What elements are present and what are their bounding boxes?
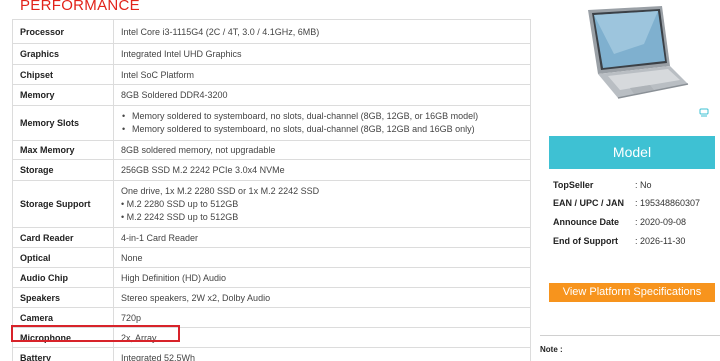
field-value: : No <box>635 180 652 190</box>
view-platform-specifications-button[interactable]: View Platform Specifications <box>549 283 715 302</box>
spec-label: Card Reader <box>12 227 114 248</box>
spec-value: One drive, 1x M.2 2280 SSD or 1x M.2 224… <box>113 180 531 228</box>
table-row: Microphone 2x, Array <box>12 327 531 348</box>
spec-value: Integrated 52.5Wh <box>113 347 531 361</box>
spec-label: Storage <box>12 159 114 181</box>
storage-support-line: One drive, 1x M.2 2280 SSD or 1x M.2 224… <box>121 185 320 196</box>
model-header: Model <box>549 136 715 169</box>
field-key: Announce Date <box>553 217 620 227</box>
spec-label: Audio Chip <box>12 267 114 288</box>
table-row: Storage Support One drive, 1x M.2 2280 S… <box>12 180 531 228</box>
spec-label: Battery <box>12 347 114 361</box>
spec-value: None <box>113 247 531 268</box>
spec-value: 8GB soldered memory, not upgradable <box>113 140 531 160</box>
spec-value: Integrated Intel UHD Graphics <box>113 43 531 65</box>
note-label: Note : <box>540 345 563 354</box>
table-row: Max Memory 8GB soldered memory, not upgr… <box>12 140 531 160</box>
spec-label: Memory Slots <box>12 105 114 141</box>
spec-label: Camera <box>12 307 114 328</box>
specs-table: Processor Intel Core i3-1115G4 (2C / 4T,… <box>12 19 531 361</box>
memory-slots-list: Memory soldered to systemboard, no slots… <box>121 110 523 136</box>
table-row: Chipset Intel SoC Platform <box>12 64 531 85</box>
section-title: PERFORMANCE <box>20 0 140 14</box>
spec-value: Stereo speakers, 2W x2, Dolby Audio <box>113 287 531 308</box>
field-value: : 2026-11-30 <box>635 236 686 246</box>
list-item: Memory soldered to systemboard, no slots… <box>121 123 523 136</box>
table-row: Camera 720p <box>12 307 531 328</box>
spec-label: Processor <box>12 19 114 44</box>
compare-icon[interactable] <box>699 107 709 117</box>
spec-value: 8GB Soldered DDR4-3200 <box>113 84 531 106</box>
spec-value: Intel SoC Platform <box>113 64 531 85</box>
spec-label: Speakers <box>12 287 114 308</box>
storage-support-line: • M.2 2242 SSD up to 512GB <box>121 211 239 222</box>
table-row: Processor Intel Core i3-1115G4 (2C / 4T,… <box>12 19 531 44</box>
laptop-product-image <box>588 6 689 99</box>
spec-label: Memory <box>12 84 114 106</box>
table-row: Battery Integrated 52.5Wh <box>12 347 531 361</box>
spec-label: Max Memory <box>12 140 114 160</box>
table-row: Memory 8GB Soldered DDR4-3200 <box>12 84 531 106</box>
list-item: Memory soldered to systemboard, no slots… <box>121 110 523 123</box>
field-value: : 195348860307 <box>635 198 701 208</box>
field-key: End of Support <box>553 236 618 246</box>
spec-label: Storage Support <box>12 180 114 228</box>
table-row: Graphics Integrated Intel UHD Graphics <box>12 43 531 65</box>
spec-label: Optical <box>12 247 114 268</box>
spec-value: 720p <box>113 307 531 328</box>
table-row: Card Reader 4-in-1 Card Reader <box>12 227 531 248</box>
spec-label: Chipset <box>12 64 114 85</box>
spec-label: Graphics <box>12 43 114 65</box>
field-value: : 2020-09-08 <box>635 217 687 227</box>
table-row: Audio Chip High Definition (HD) Audio <box>12 267 531 288</box>
spec-value: High Definition (HD) Audio <box>113 267 531 288</box>
spec-value: 256GB SSD M.2 2242 PCIe 3.0x4 NVMe <box>113 159 531 181</box>
table-row: Speakers Stereo speakers, 2W x2, Dolby A… <box>12 287 531 308</box>
spec-value: 2x, Array <box>113 327 531 348</box>
spec-value: Intel Core i3-1115G4 (2C / 4T, 3.0 / 4.1… <box>113 19 531 44</box>
spec-label: Microphone <box>12 327 114 348</box>
spec-value: Memory soldered to systemboard, no slots… <box>113 105 531 141</box>
divider <box>540 335 720 336</box>
table-row: Optical None <box>12 247 531 268</box>
spec-value: 4-in-1 Card Reader <box>113 227 531 248</box>
field-key: EAN / UPC / JAN <box>553 198 625 208</box>
field-key: TopSeller <box>553 180 594 190</box>
storage-support-line: • M.2 2280 SSD up to 512GB <box>121 198 239 209</box>
table-row: Storage 256GB SSD M.2 2242 PCIe 3.0x4 NV… <box>12 159 531 181</box>
table-row: Memory Slots Memory soldered to systembo… <box>12 105 531 141</box>
